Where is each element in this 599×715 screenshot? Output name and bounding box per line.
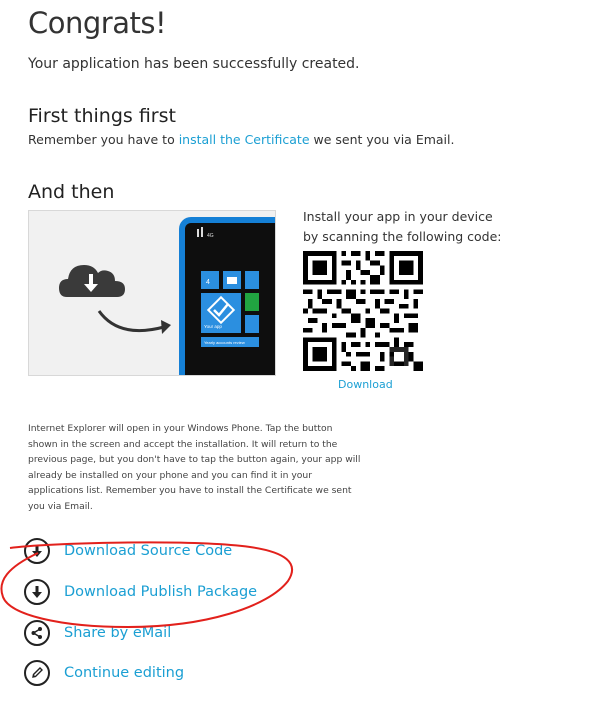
share-icon: [24, 620, 50, 646]
download-publish-package-button[interactable]: Download Publish Package: [24, 578, 257, 606]
success-message: Your application has been successfully c…: [28, 56, 360, 72]
install-instructions: Internet Explorer will open in your Wind…: [28, 423, 361, 512]
scan-instructions: Install your app in your device by scann…: [303, 207, 502, 247]
install-illustration-graphic: 4G 4 Your app Yearly accounts review: [59, 217, 275, 375]
qr-code: [303, 251, 423, 371]
pencil-icon: [24, 660, 50, 686]
action-label: Download Source Code: [64, 543, 233, 559]
action-label: Continue editing: [64, 665, 185, 681]
install-certificate-link[interactable]: install the Certificate: [179, 132, 310, 147]
action-label: Download Publish Package: [64, 584, 258, 600]
certificate-note-after: we sent you via Email.: [309, 132, 455, 147]
download-icon: [24, 579, 50, 605]
network-label: 4G: [207, 233, 214, 239]
phone-graphic: 4G 4 Your app Yearly accounts review: [179, 217, 275, 375]
certificate-note: Remember you have to install the Certifi…: [28, 132, 454, 147]
download-icon: [24, 538, 50, 564]
share-by-email-button[interactable]: Share by eMail: [24, 619, 171, 647]
page-title: Congrats!: [28, 6, 167, 40]
qr-download-link[interactable]: Download: [338, 378, 393, 391]
cloud-download-icon: [59, 265, 125, 297]
scan-line-2: by scanning the following code:: [303, 229, 502, 244]
scan-line-1: Install your app in your device: [303, 209, 493, 224]
first-heading: First things first: [28, 105, 176, 127]
certificate-note-before: Remember you have to: [28, 132, 179, 147]
continue-editing-button[interactable]: Continue editing: [24, 659, 184, 687]
download-source-code-button[interactable]: Download Source Code: [24, 537, 232, 565]
then-heading: And then: [28, 181, 115, 203]
app-tile-label: Your app: [204, 324, 222, 329]
tile-bottom-label: Yearly accounts review: [204, 340, 245, 345]
tile-count: 4: [206, 279, 210, 286]
action-label: Share by eMail: [64, 625, 172, 641]
install-illustration: 4G 4 Your app Yearly accounts review: [28, 210, 276, 376]
arrow-icon: [97, 310, 171, 334]
